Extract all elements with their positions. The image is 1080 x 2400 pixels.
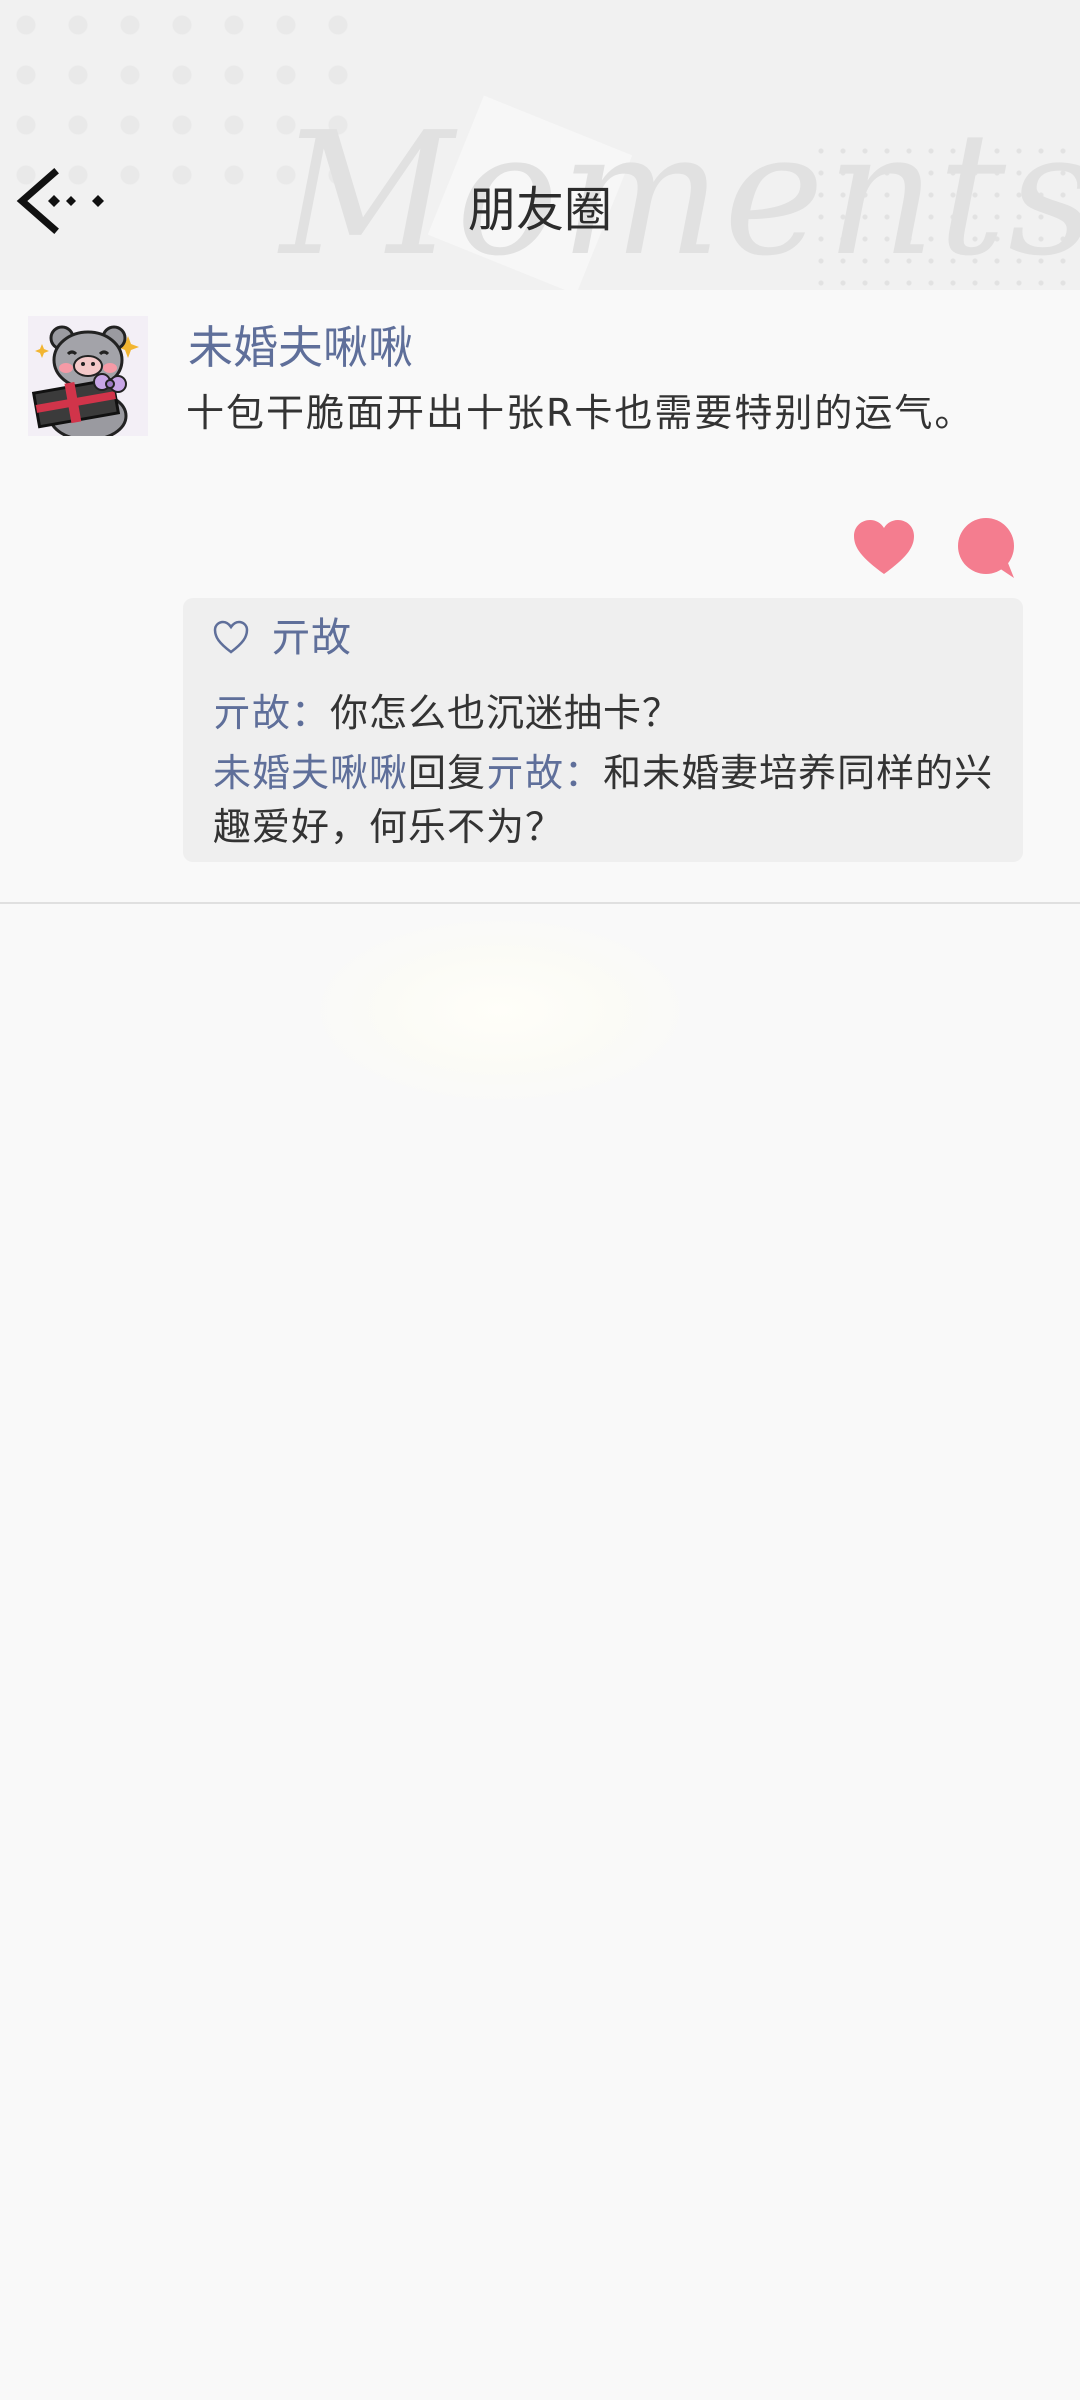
- comment-separator: ：: [564, 751, 604, 795]
- comment-bubble-icon: [958, 518, 1014, 578]
- heart-outline-icon: [213, 620, 249, 654]
- moment-post: 未婚夫啾啾 十包干脆面开出十张R卡也需要特别的运气。 亓故 亓故：你怎么也沉迷抽…: [0, 290, 1080, 904]
- comment-button[interactable]: [956, 516, 1018, 580]
- comment-author[interactable]: 亓故: [213, 691, 291, 735]
- post-author-name[interactable]: 未婚夫啾啾: [188, 318, 413, 378]
- header: Moments 朋友圈: [0, 0, 1080, 290]
- avatar[interactable]: [28, 316, 148, 436]
- moments-page: Moments 朋友圈 未婚夫啾啾 十包干脆面开出十张R卡也需要特别的运气。 亓…: [0, 0, 1080, 2400]
- like-button[interactable]: [852, 518, 916, 578]
- heart-icon: [854, 520, 914, 574]
- comment-author[interactable]: 未婚夫啾啾: [213, 751, 408, 795]
- likes-comments-box: 亓故 亓故：你怎么也沉迷抽卡？ 未婚夫啾啾回复亓故：和未婚妻培养同样的兴趣爱好，…: [183, 598, 1023, 862]
- comment-text: 你怎么也沉迷抽卡？: [330, 691, 682, 735]
- page-title: 朋友圈: [467, 182, 612, 238]
- liker-name[interactable]: 亓故: [271, 610, 351, 666]
- likes-row: 亓故: [213, 610, 351, 666]
- comment-separator: ：: [291, 691, 331, 735]
- post-text: 十包干脆面开出十张R卡也需要特别的运气。: [186, 391, 975, 435]
- bear-avatar-image: [28, 316, 148, 436]
- comment-reply-word: 回复: [408, 751, 487, 795]
- background-glow: [320, 920, 680, 1100]
- comment-item[interactable]: 亓故：你怎么也沉迷抽卡？: [213, 686, 1003, 740]
- comment-reply-to[interactable]: 亓故: [486, 751, 564, 795]
- comment-item[interactable]: 未婚夫啾啾回复亓故：和未婚妻培养同样的兴趣爱好，何乐不为？: [213, 746, 1003, 854]
